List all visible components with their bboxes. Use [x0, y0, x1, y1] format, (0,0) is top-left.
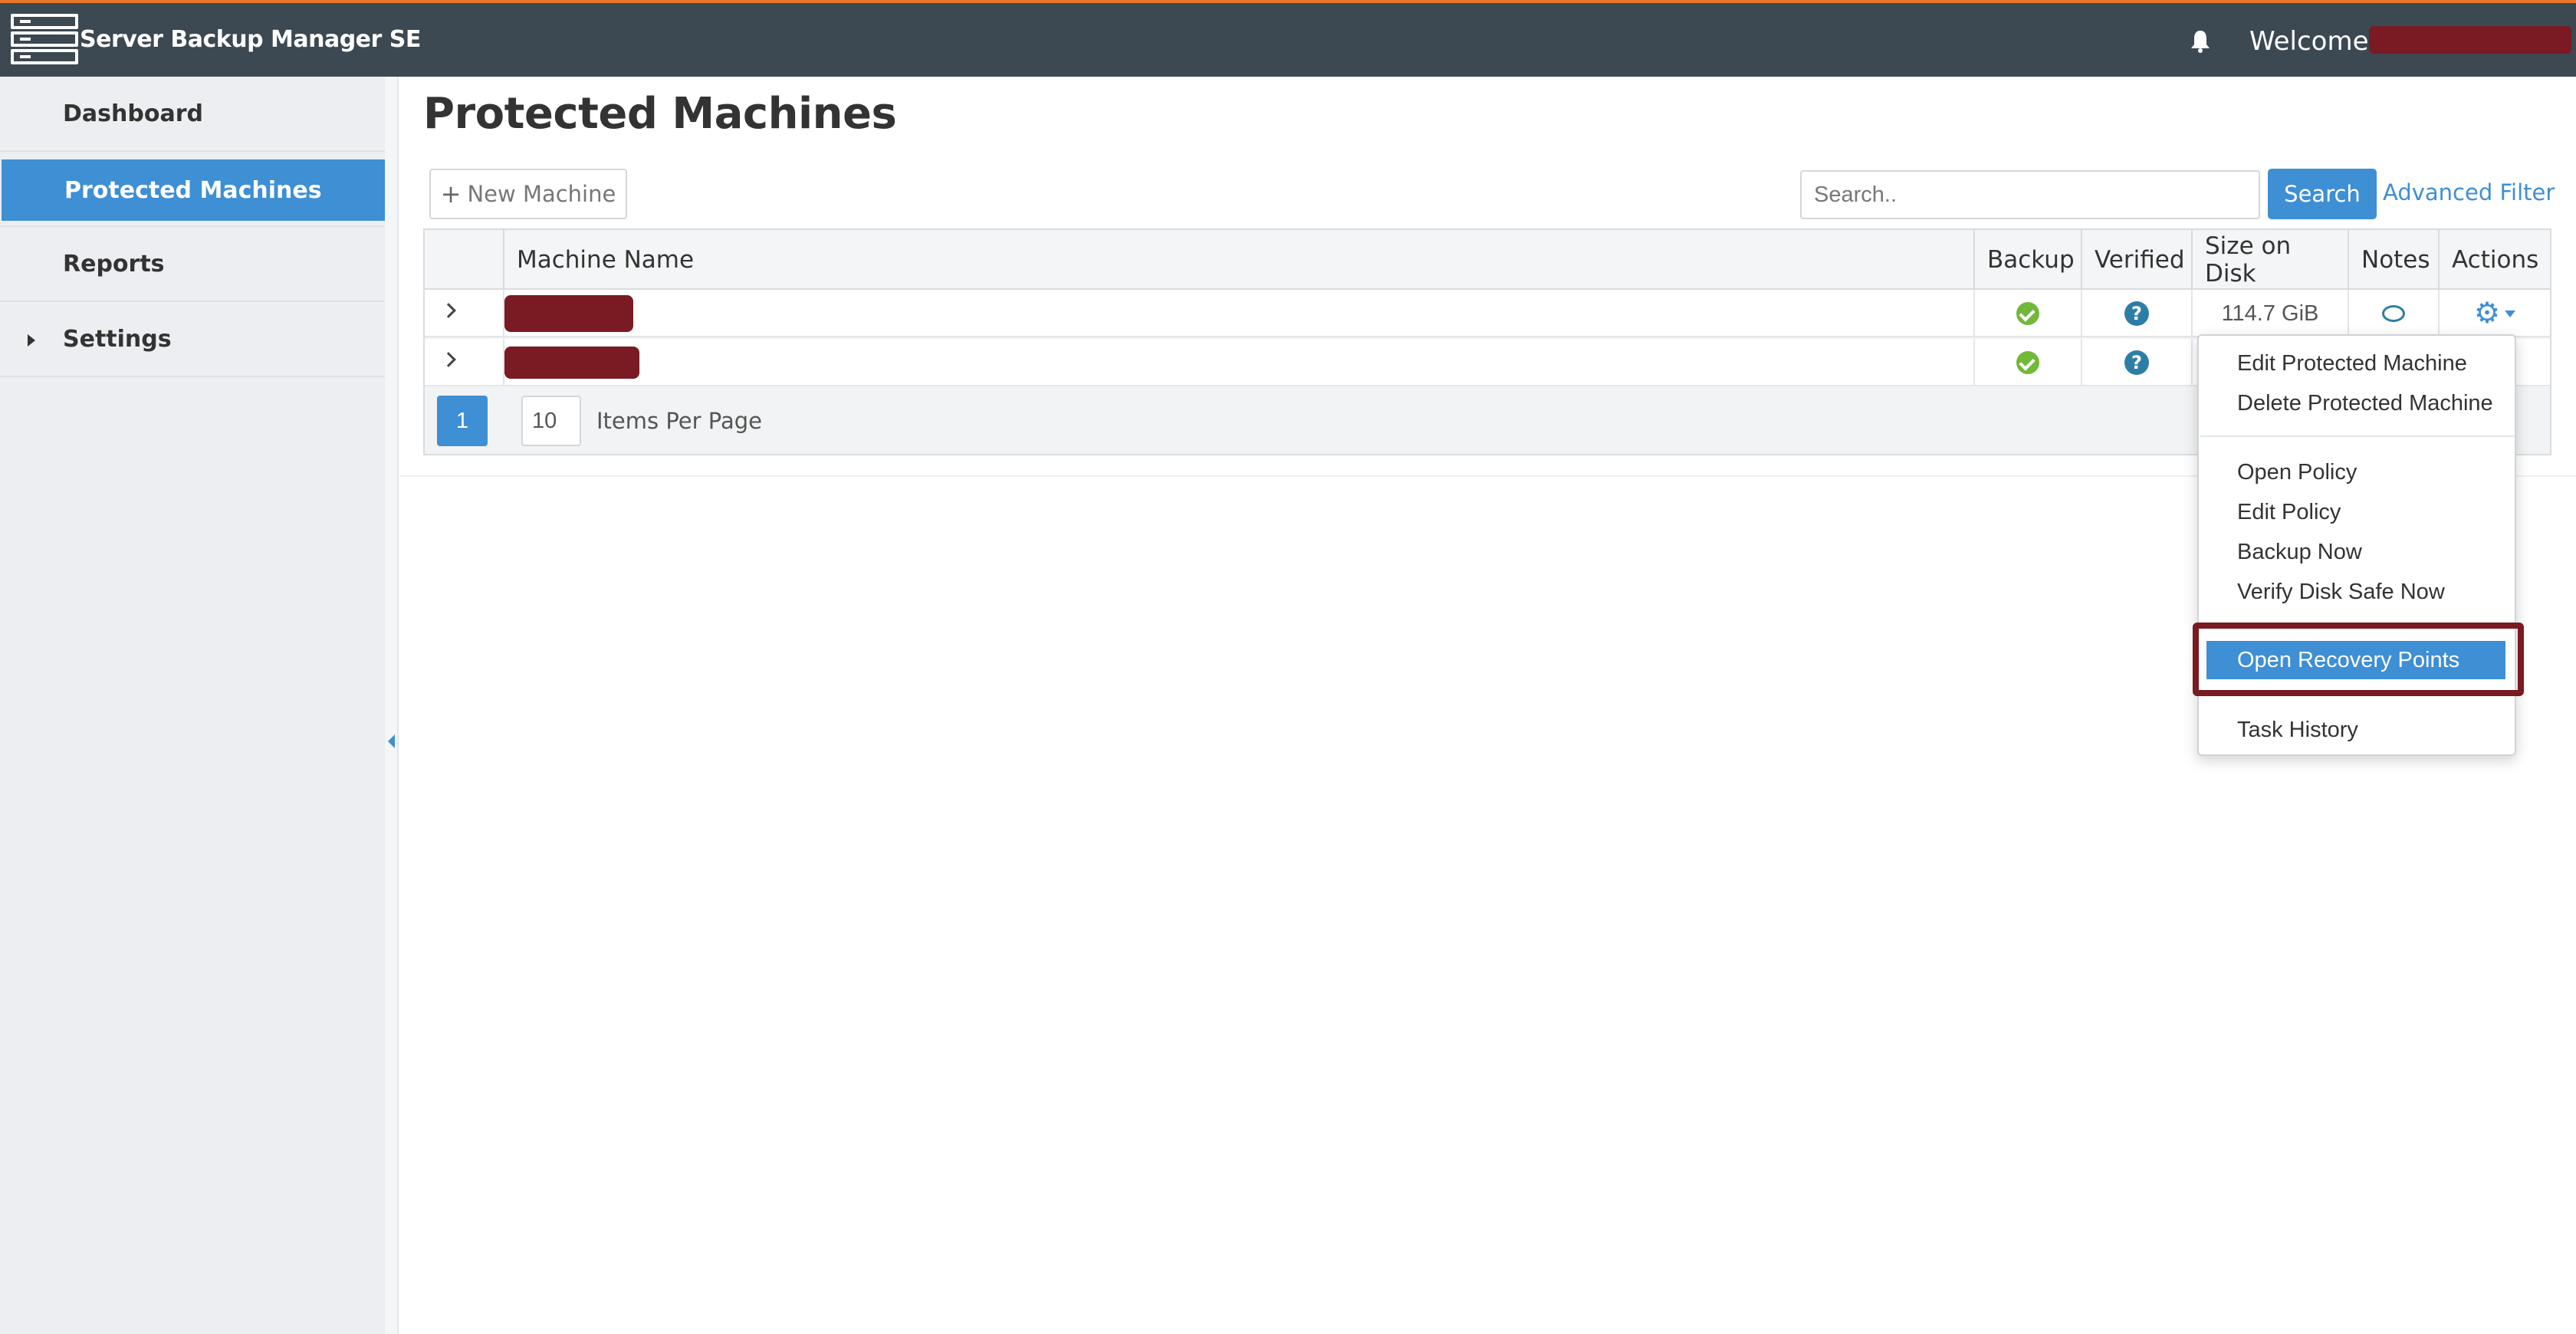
sidebar-item-protected-machines[interactable]: Protected Machines: [2, 159, 385, 221]
sidebar-collapse-bar[interactable]: [385, 77, 399, 1334]
check-circle-icon: [2016, 351, 2039, 374]
caret-down-icon[interactable]: [2505, 310, 2516, 317]
table-header: Machine Name Backup Verified Size on Dis…: [425, 230, 2550, 290]
welcome-text[interactable]: Welcome,: [2249, 26, 2377, 57]
verified-cell: ?: [2081, 339, 2191, 386]
menu-item-verify-disk-safe-now[interactable]: Verify Disk Safe Now: [2237, 572, 2445, 612]
redacted-machine-name: [504, 295, 633, 332]
sidebar-item-dashboard[interactable]: Dashboard: [0, 77, 386, 152]
size-cell: 114.7 GiB: [2191, 290, 2348, 337]
sidebar-item-reports[interactable]: Reports: [0, 227, 386, 302]
comment-icon[interactable]: [2382, 305, 2405, 322]
verified-cell: ?: [2081, 290, 2191, 337]
col-actions[interactable]: Actions: [2438, 230, 2550, 290]
plus-icon: +: [440, 179, 462, 209]
sidebar-item-label: Reports: [63, 250, 165, 278]
machine-name-cell[interactable]: [503, 339, 1973, 386]
redacted-machine-name: [504, 347, 639, 379]
backup-cell: [1973, 339, 2081, 386]
check-circle-icon: [2016, 302, 2039, 325]
sidebar-item-settings[interactable]: Settings: [0, 302, 386, 377]
top-bar: Server Backup Manager SE Welcome,: [0, 0, 2576, 77]
page-button[interactable]: 1: [437, 396, 488, 446]
annotation-highlight-box: [2193, 623, 2524, 696]
sidebar: Dashboard Protected Machines Reports Set…: [0, 77, 393, 1334]
chevron-right-icon[interactable]: [441, 303, 456, 318]
menu-item-delete-protected-machine[interactable]: Delete Protected Machine: [2237, 383, 2493, 423]
notes-cell[interactable]: [2348, 290, 2438, 337]
sidebar-item-label: Protected Machines: [64, 176, 322, 204]
menu-item-backup-now[interactable]: Backup Now: [2237, 532, 2362, 572]
col-size-on-disk[interactable]: Size on Disk: [2191, 230, 2348, 290]
col-notes[interactable]: Notes: [2348, 230, 2438, 290]
menu-item-edit-protected-machine[interactable]: Edit Protected Machine: [2237, 343, 2467, 383]
caret-right-icon: [28, 334, 35, 347]
advanced-filter-link[interactable]: Advanced Filter: [2383, 179, 2555, 205]
app-title[interactable]: Server Backup Manager SE: [80, 26, 421, 53]
machine-name-cell[interactable]: [503, 290, 1973, 337]
search-input[interactable]: [1800, 170, 2260, 219]
items-per-page-input[interactable]: 10: [521, 396, 581, 446]
new-machine-label: New Machine: [467, 181, 616, 207]
menu-item-edit-policy[interactable]: Edit Policy: [2237, 492, 2341, 532]
chevron-right-icon[interactable]: [441, 352, 456, 367]
menu-divider: [2200, 435, 2515, 437]
col-verified[interactable]: Verified: [2081, 230, 2191, 290]
col-backup[interactable]: Backup: [1973, 230, 2081, 290]
table-row[interactable]: ? 114.7 GiB ⚙: [425, 290, 2550, 337]
search-button[interactable]: Search: [2268, 169, 2377, 219]
question-circle-icon[interactable]: ?: [2124, 301, 2149, 326]
sidebar-item-label: Dashboard: [63, 100, 203, 127]
sidebar-item-label: Settings: [63, 325, 172, 353]
bell-icon[interactable]: [2190, 29, 2211, 54]
col-machine-name[interactable]: Machine Name: [503, 230, 1973, 290]
server-icon: [11, 14, 78, 67]
redacted-username[interactable]: [2369, 26, 2571, 54]
new-machine-button[interactable]: + New Machine: [429, 169, 627, 219]
menu-item-task-history[interactable]: Task History: [2237, 710, 2358, 750]
backup-cell: [1973, 290, 2081, 337]
collapse-arrow-icon[interactable]: [388, 734, 395, 748]
question-circle-icon[interactable]: ?: [2124, 350, 2149, 375]
gear-icon[interactable]: ⚙: [2474, 299, 2500, 328]
items-per-page-label: Items Per Page: [596, 408, 762, 434]
actions-cell[interactable]: ⚙: [2438, 290, 2550, 337]
page-title: Protected Machines: [423, 89, 897, 139]
menu-item-open-policy[interactable]: Open Policy: [2237, 452, 2357, 492]
